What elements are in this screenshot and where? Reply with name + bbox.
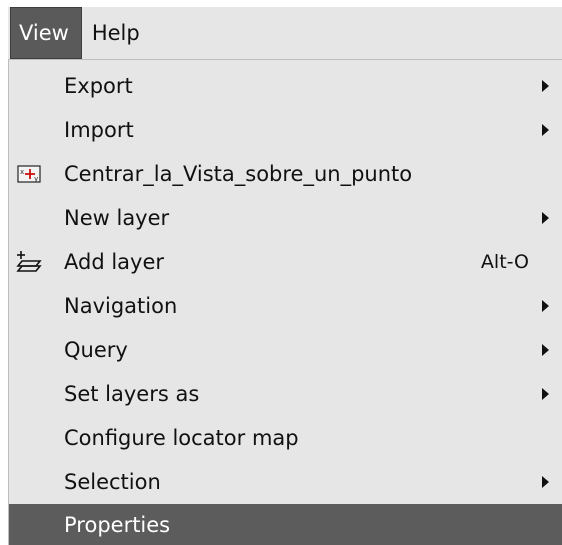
submenu-arrow-icon [542, 475, 549, 488]
menu-item-query[interactable]: Query [9, 328, 562, 372]
submenu-arrow-icon [542, 123, 549, 136]
application-window: View Help Export Import x y Centrar_la_V… [0, 0, 562, 545]
menu-item-add-layer-shortcut: Alt-O [480, 250, 529, 273]
menu-item-configure-locator-map[interactable]: Configure locator map [9, 416, 562, 460]
center-on-point-icon: x y [15, 160, 43, 188]
menu-item-export-label: Export [64, 73, 133, 98]
menu-item-properties-label: Properties [64, 512, 171, 537]
menu-item-navigation[interactable]: Navigation [9, 284, 562, 328]
view-menu-dropdown: Export Import x y Centrar_la_Vista_sobre… [8, 60, 562, 545]
menu-item-query-label: Query [64, 337, 128, 362]
menu-view[interactable]: View [10, 7, 82, 59]
menu-item-properties[interactable]: Properties [9, 504, 562, 545]
menu-item-center-view-label: Centrar_la_Vista_sobre_un_punto [64, 161, 413, 186]
submenu-arrow-icon [542, 343, 549, 356]
menu-bar: View Help [8, 7, 562, 60]
menu-item-selection-label: Selection [64, 469, 161, 494]
menu-item-configure-locator-map-label: Configure locator map [64, 425, 299, 450]
menu-item-export[interactable]: Export [9, 64, 562, 108]
svg-text:x: x [20, 168, 24, 176]
menu-item-selection[interactable]: Selection [9, 460, 562, 504]
menu-item-add-layer[interactable]: Add layer Alt-O [9, 240, 562, 284]
submenu-arrow-icon [542, 79, 549, 92]
menu-item-import-label: Import [64, 117, 134, 142]
menu-item-add-layer-label: Add layer [64, 249, 165, 274]
menu-help-label: Help [91, 21, 140, 45]
menu-item-center-view[interactable]: x y Centrar_la_Vista_sobre_un_punto [9, 152, 562, 196]
submenu-arrow-icon [542, 387, 549, 400]
menu-item-new-layer[interactable]: New layer [9, 196, 562, 240]
submenu-arrow-icon [542, 211, 549, 224]
submenu-arrow-icon [542, 299, 549, 312]
svg-text:y: y [34, 175, 38, 183]
menu-item-new-layer-label: New layer [64, 205, 170, 230]
menu-item-set-layers-as[interactable]: Set layers as [9, 372, 562, 416]
menu-item-navigation-label: Navigation [64, 293, 178, 318]
menu-view-label: View [19, 21, 69, 45]
add-layer-icon [15, 248, 43, 276]
menu-item-set-layers-as-label: Set layers as [64, 381, 200, 406]
menu-help[interactable]: Help [82, 7, 150, 59]
menu-item-import[interactable]: Import [9, 108, 562, 152]
